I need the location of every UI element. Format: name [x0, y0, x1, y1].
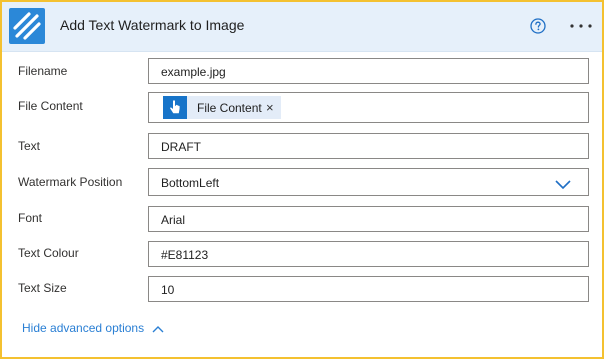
ellipsis-icon[interactable]: [568, 16, 594, 36]
question-circle-icon[interactable]: [530, 18, 546, 34]
watermark-position-select[interactable]: BottomLeft: [148, 168, 589, 196]
text-label: Text: [18, 139, 41, 153]
diagonal-stripes-logo-icon: [9, 8, 45, 44]
pointer-hand-icon: [163, 96, 187, 119]
token-label: File Content: [197, 101, 262, 115]
filename-label: Filename: [18, 64, 68, 78]
text-colour-field[interactable]: #E81123: [148, 241, 589, 267]
card-title: Add Text Watermark to Image: [60, 17, 245, 33]
text-colour-label: Text Colour: [18, 246, 79, 260]
file-content-field[interactable]: File Content ×: [148, 92, 589, 123]
dynamic-content-token[interactable]: File Content ×: [163, 96, 281, 119]
font-label: Font: [18, 211, 43, 225]
file-content-label: File Content: [18, 99, 83, 113]
text-size-label: Text Size: [18, 281, 67, 295]
text-colour-value: #E81123: [161, 248, 209, 262]
font-field[interactable]: Arial: [148, 206, 589, 232]
watermark-position-label: Watermark Position: [18, 175, 123, 189]
watermark-position-value: BottomLeft: [161, 176, 220, 190]
chevron-down-icon[interactable]: [554, 177, 572, 190]
card-header[interactable]: Add Text Watermark to Image: [2, 2, 602, 52]
advanced-options-label: Hide advanced options: [22, 321, 145, 335]
action-card: Add Text Watermark to Image Filename exa…: [0, 0, 604, 359]
font-value: Arial: [161, 213, 186, 227]
filename-value: example.jpg: [161, 65, 226, 79]
text-size-value: 10: [161, 283, 175, 297]
chevron-up-icon: [152, 325, 164, 333]
text-value: DRAFT: [161, 140, 201, 154]
remove-token-icon[interactable]: ×: [266, 100, 274, 115]
text-field[interactable]: DRAFT: [148, 133, 589, 159]
hide-advanced-options-link[interactable]: Hide advanced options: [22, 321, 165, 335]
text-size-field[interactable]: 10: [148, 276, 589, 302]
filename-field[interactable]: example.jpg: [148, 58, 589, 84]
